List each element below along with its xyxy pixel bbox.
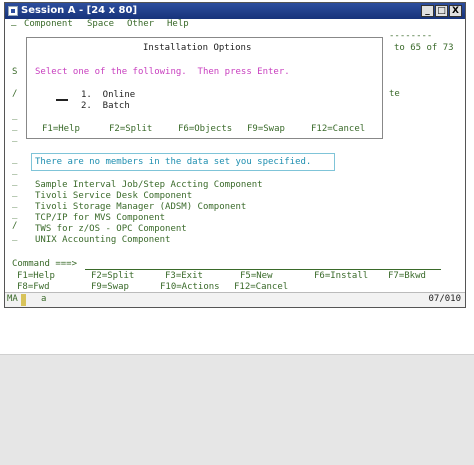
selection-field[interactable]: _ (12, 177, 17, 188)
command-prompt: Command ===> (12, 259, 78, 269)
popup-fkey-cancel[interactable]: F12=Cancel (311, 124, 365, 135)
popup-title: Installation Options (143, 43, 252, 53)
row-count: to 65 of 73 (394, 43, 454, 53)
header-fragment-te: te (389, 89, 400, 99)
fkey-help[interactable]: F1=Help (17, 271, 55, 282)
minimize-button[interactable]: _ (421, 5, 434, 17)
popup-fkey-split[interactable]: F2=Split (109, 124, 152, 135)
fkey-bkwd[interactable]: F7=Bkwd (388, 271, 426, 282)
selection-field[interactable]: _ (12, 210, 17, 221)
status-bar: MA a 07/010 (5, 292, 465, 307)
s-column-label: S (12, 67, 18, 77)
header-dashes: -------- (389, 31, 433, 41)
menu-help[interactable]: Help (167, 19, 189, 30)
selection-field[interactable]: _ (12, 199, 17, 210)
session-indicator: a (41, 294, 47, 304)
command-input[interactable] (85, 269, 441, 270)
fkey-split[interactable]: F2=Split (91, 271, 134, 282)
empty-bottom-panel (0, 354, 474, 465)
fkey-exit[interactable]: F3=Exit (165, 271, 203, 282)
list-item: UNIX Accounting Component (35, 235, 171, 245)
close-button[interactable]: X (449, 5, 462, 17)
menu-component[interactable]: Component (24, 19, 73, 30)
status-indicator-block (21, 294, 26, 306)
status-ma-indicator: MA (7, 294, 18, 304)
title-bar[interactable]: Session A - [24 x 80] _ □ X (5, 3, 465, 19)
cursor-position: 07/010 (428, 294, 461, 304)
popup-instruction: Select one of the following. Then press … (35, 67, 290, 77)
option-online[interactable]: 1. Online (81, 90, 135, 101)
menu-space[interactable]: Space (87, 19, 114, 30)
selection-field[interactable]: _ (12, 166, 17, 177)
selection-field[interactable]: _ (12, 188, 17, 199)
selection-field[interactable]: _ (12, 155, 17, 166)
selection-input-cursor[interactable] (56, 99, 68, 101)
list-item: Tivoli Storage Manager (ADSM) Component (35, 202, 247, 212)
maximize-button[interactable]: □ (435, 5, 448, 17)
option-batch[interactable]: 2. Batch (81, 101, 130, 112)
list-item: TCP/IP for MVS Component (35, 213, 166, 223)
popup-fkey-swap[interactable]: F9=Swap (247, 124, 285, 135)
menubar-mark: – (11, 21, 17, 31)
list-item: TWS for z/OS - OPC Component (35, 224, 187, 234)
fkey-install[interactable]: F6=Install (314, 271, 368, 282)
selection-field[interactable]: _ (12, 122, 17, 133)
fkey-new[interactable]: F5=New (240, 271, 273, 282)
selection-field[interactable]: _ (12, 133, 17, 144)
window-title: Session A - [24 x 80] (21, 5, 138, 16)
terminal-screen[interactable]: – Component Space Other Help -------- to… (5, 19, 465, 295)
selection-field[interactable]: _ (12, 232, 17, 243)
list-item: Tivoli Service Desk Component (35, 191, 193, 201)
session-window: Session A - [24 x 80] _ □ X – Component … (4, 2, 466, 308)
popup-fkey-objects[interactable]: F6=Objects (178, 124, 232, 135)
message-text: There are no members in the data set you… (35, 157, 312, 167)
terminal-app-icon (8, 6, 18, 16)
menu-other[interactable]: Other (127, 19, 154, 30)
selection-field[interactable]: _ (12, 111, 17, 122)
selection-field[interactable]: / (12, 89, 17, 100)
popup-fkey-help[interactable]: F1=Help (42, 124, 80, 135)
list-item: Sample Interval Job/Step Accting Compone… (35, 180, 263, 190)
selection-field[interactable]: / (12, 221, 17, 232)
